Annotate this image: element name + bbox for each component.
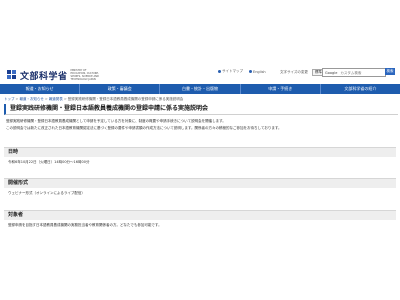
- site-logo[interactable]: 文部科学省 MINISTRY OF EDUCATION, CULTURE, SP…: [7, 68, 101, 82]
- main-nav: 報道・お知らせ 政策・審議会 白書・統計・出版物 申請・手続き 文部科学省の紹介: [0, 84, 400, 94]
- intro-line: 登録実践研修機関・登録日本語教員養成機関として申請を予定している方を対象に、制度…: [6, 119, 226, 123]
- page: 文部科学省 MINISTRY OF EDUCATION, CULTURE, SP…: [0, 0, 400, 300]
- bullet-icon: [249, 70, 252, 73]
- search-box: Google: [322, 68, 386, 77]
- breadcrumb-press-link[interactable]: 報道発表: [49, 97, 63, 101]
- nav-item-publications[interactable]: 白書・統計・出版物: [160, 84, 241, 94]
- search-input[interactable]: [339, 70, 372, 75]
- section-date-heading: 日時: [4, 147, 396, 157]
- breadcrumb-current: 登録実践研修機関・登録日本語教員養成機関の登録申請に係る実施説明会: [67, 97, 184, 101]
- breadcrumb-home-link[interactable]: トップ: [4, 97, 15, 101]
- nav-item-about[interactable]: 文部科学省の紹介: [321, 84, 400, 94]
- bullet-icon: [218, 70, 221, 73]
- section-format-body: ウェビナー形式（オンラインによるライブ配信）: [8, 191, 85, 195]
- intro-text: 登録実践研修機関・登録日本語教員養成機関として申請を予定している方を対象に、制度…: [6, 119, 394, 133]
- nav-item-policy[interactable]: 政策・審議会: [80, 84, 161, 94]
- breadcrumb-news-link[interactable]: 報道・お知らせ: [19, 97, 43, 101]
- search-button[interactable]: 検索: [385, 68, 395, 75]
- breadcrumb-separator: >: [63, 97, 67, 101]
- breadcrumb-separator: >: [15, 97, 19, 101]
- intro-line: この説明会では新たに改正された日本語教育機関認定法に基づく登録の要件や申請書類の…: [6, 126, 282, 130]
- site-header: 文部科学省 MINISTRY OF EDUCATION, CULTURE, SP…: [0, 0, 400, 82]
- section-format-heading: 開催形式: [4, 178, 396, 188]
- logo-subtitle: MINISTRY OF EDUCATION, CULTURE, SPORTS, …: [70, 69, 99, 81]
- english-link[interactable]: English: [249, 70, 266, 74]
- section-target-heading: 対象者: [4, 210, 396, 220]
- logo-text: 文部科学省: [20, 71, 68, 82]
- logo-mark-icon: [7, 70, 17, 80]
- sitemap-link[interactable]: サイトマップ: [218, 69, 243, 74]
- section-date-body: 令和6年10月22日（火曜日）14時00分～16時00分: [8, 160, 90, 164]
- page-title-bar: 登録実践研修機関・登録日本語教員養成機関の登録申請に係る実施説明会: [4, 104, 398, 115]
- utility-links: サイトマップ English: [218, 69, 266, 74]
- page-title: 登録実践研修機関・登録日本語教員養成機関の登録申請に係る実施説明会: [10, 105, 209, 112]
- nav-item-news[interactable]: 報道・お知らせ: [0, 84, 81, 94]
- breadcrumb: トップ>報道・お知らせ>報道発表>登録実践研修機関・登録日本語教員養成機関の登録…: [4, 97, 183, 102]
- search-brand: Google: [325, 70, 338, 75]
- section-target-body: 登録申請を目指す日本語教員養成機関の実務担当者や教育関係者の方。どなたでも参加可…: [8, 223, 162, 227]
- breadcrumb-separator: >: [44, 97, 48, 101]
- nav-item-applications[interactable]: 申請・手続き: [241, 84, 321, 94]
- font-size-label: 文字サイズの変更: [280, 70, 308, 74]
